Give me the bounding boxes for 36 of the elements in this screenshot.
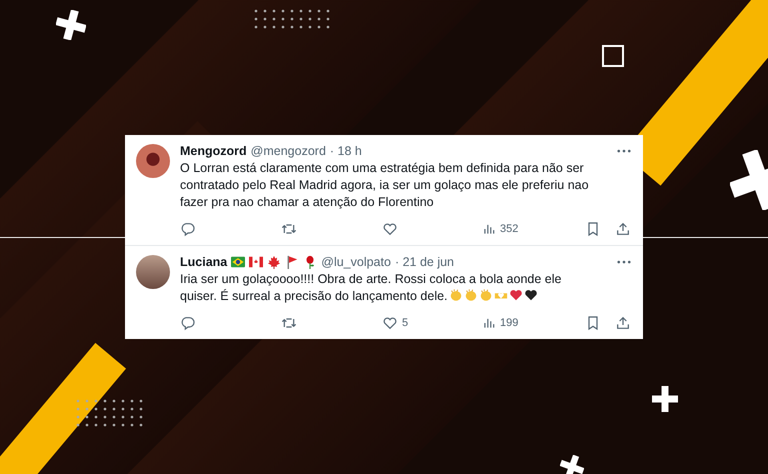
- reply-icon[interactable]: [180, 315, 196, 331]
- tweet-text: Iria ser um golaçoooo!!!! Obra de arte. Rossi coloca a bola aonde ele quiser. É surreal a precisão do lançamento dele.: [180, 271, 562, 305]
- clapping-hands-icon: [448, 288, 463, 302]
- post-time[interactable]: · 21 de jun: [394, 255, 454, 269]
- view-count: 199: [500, 317, 518, 329]
- user-handle[interactable]: @mengozord: [250, 144, 326, 158]
- tweet-text: O Lorran está claramente com uma estratégia bem definida para não ser contratado pelo Real Madrid agora, ia ser um golaço mas ele preferiu nao fazer pra nao chamar a atenção do Florentino: [180, 160, 590, 211]
- reply-icon[interactable]: [180, 221, 196, 237]
- leaf-icon: [267, 255, 282, 269]
- plus-icon: [652, 386, 678, 412]
- flag-icon: [285, 255, 300, 269]
- square-outline: [602, 45, 624, 67]
- view-count: 352: [500, 223, 518, 235]
- heart-icon[interactable]: [382, 315, 398, 331]
- heart-icon: [508, 288, 523, 302]
- flag-icon: [249, 255, 264, 269]
- more-icon[interactable]: [617, 260, 631, 264]
- like-count: 5: [402, 317, 408, 329]
- display-name[interactable]: Mengozord: [180, 144, 247, 158]
- share-icon[interactable]: [615, 315, 631, 331]
- flag-icon: [231, 255, 246, 269]
- bar-chart-icon[interactable]: [482, 222, 496, 236]
- plus-icon: [56, 10, 86, 40]
- display-name[interactable]: Luciana: [180, 255, 228, 269]
- plus-icon: [560, 455, 584, 474]
- avatar-photo-placeholder: [136, 255, 170, 289]
- post-time[interactable]: · 18 h: [330, 144, 362, 158]
- more-icon[interactable]: [617, 149, 631, 153]
- share-icon[interactable]: [615, 221, 631, 237]
- bar-chart-icon[interactable]: [482, 316, 496, 330]
- heart-icon: [524, 288, 538, 302]
- avatar-drawing: [136, 144, 170, 178]
- user-handle[interactable]: @lu_volpato: [321, 255, 391, 269]
- clapping-hands-icon: [478, 288, 493, 302]
- heart-icon[interactable]: [382, 221, 398, 237]
- clapping-hands-icon: [464, 288, 478, 302]
